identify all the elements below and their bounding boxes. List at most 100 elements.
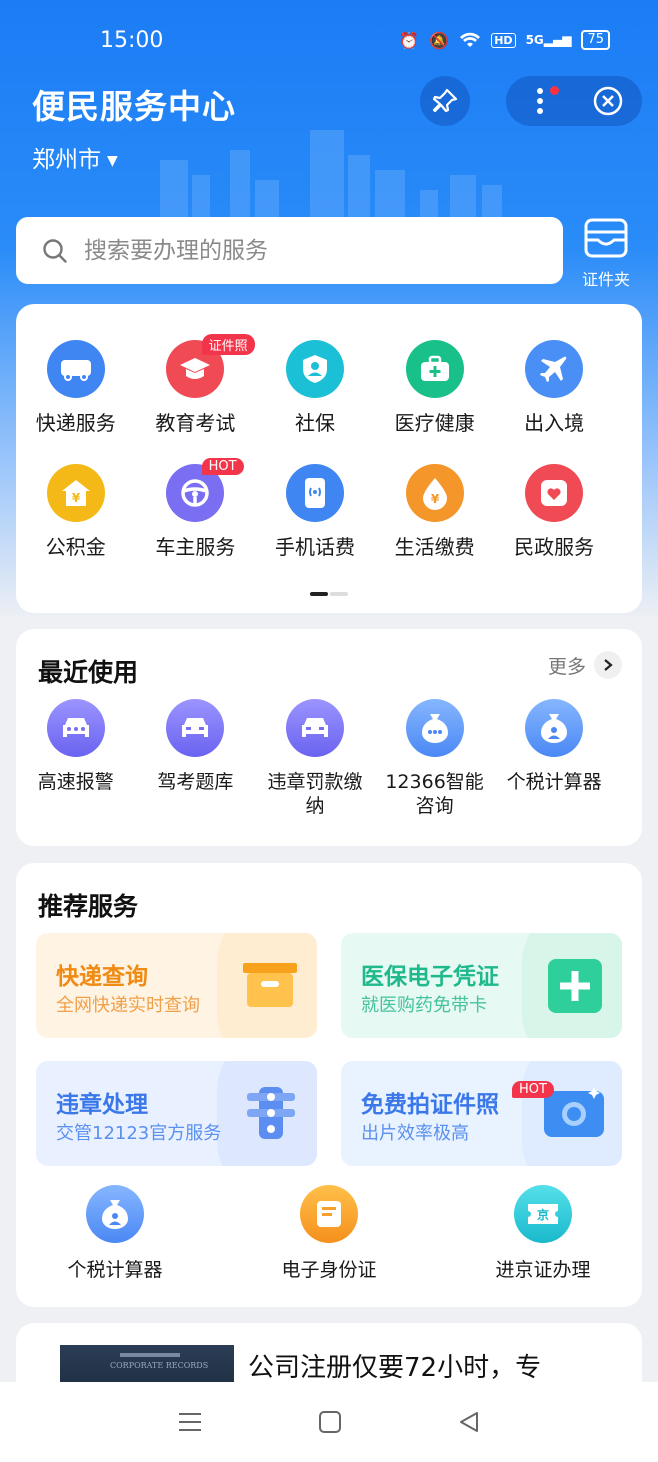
recommend-item[interactable]: 个税计算器 <box>16 1185 214 1282</box>
car-icon <box>46 699 105 757</box>
service-item-express[interactable]: 快递服务 <box>16 340 136 436</box>
tile-subtitle: 全网快递实时查询 <box>56 995 200 1016</box>
service-item-civil-affairs[interactable]: 民政服务 <box>494 464 614 560</box>
recent-item[interactable]: 驾考题库 <box>136 699 256 818</box>
service-grid: 快递服务 证件照 教育考试 社保 医疗健康 出入境 ¥ 公积金 HOT 车主服务 <box>16 334 642 560</box>
airplane-icon <box>525 340 584 398</box>
id-card-icon <box>300 1185 358 1243</box>
pin-button[interactable] <box>420 76 470 126</box>
service-item-social-security[interactable]: 社保 <box>255 340 375 436</box>
service-label: 公积金 <box>45 535 106 559</box>
tile-subtitle: 交管12123官方服务 <box>56 1123 222 1144</box>
wallet-label: 证件夹 <box>581 270 630 289</box>
tile-violation[interactable]: 违章处理 交管12123官方服务 <box>36 1061 317 1166</box>
alarm-icon: ⏰ <box>399 30 420 50</box>
back-icon[interactable] <box>457 1410 481 1434</box>
car-icon <box>166 699 225 757</box>
document-wallet-button[interactable]: 证件夹 <box>578 218 634 290</box>
drop-yuan-icon: ¥ <box>405 464 464 522</box>
service-label: 出入境 <box>524 411 585 435</box>
recommend-item[interactable]: 京 进京证办理 <box>444 1185 642 1282</box>
service-item-phone-bill[interactable]: 手机话费 <box>255 464 375 560</box>
recent-item[interactable]: 12366智能咨询 <box>375 699 495 818</box>
ad-image-stripe <box>120 1353 180 1357</box>
section-title: 推荐服务 <box>38 892 139 921</box>
recent-used-card: 最近使用 更多 高速报警 驾考题库 违章罚款缴纳 12366智能咨询 个税计算器 <box>16 629 642 846</box>
service-label: 快递服务 <box>35 411 116 435</box>
menu-icon[interactable] <box>177 1411 203 1433</box>
recent-item[interactable]: 个税计算器 <box>494 699 614 818</box>
id-photo-badge: 证件照 <box>201 334 255 355</box>
city-name: 郑州市 <box>32 147 101 173</box>
city-skyline-illustration <box>160 130 502 220</box>
svg-text:¥: ¥ <box>72 491 81 505</box>
recommend-item[interactable]: 电子身份证 <box>214 1185 444 1282</box>
hot-badge: HOT <box>201 458 244 475</box>
caret-down-icon: ▼ <box>107 152 118 169</box>
service-label: 民政服务 <box>514 535 595 559</box>
traffic-light-icon <box>247 1087 295 1139</box>
more-link[interactable]: 更多 <box>548 651 622 679</box>
service-item-medical[interactable]: 医疗健康 <box>375 340 495 436</box>
car-icon <box>285 699 344 757</box>
ad-image-text: CORPORATE RECORDS <box>110 1361 209 1370</box>
recommend-items: 个税计算器 电子身份证 京 进京证办理 <box>16 1185 642 1282</box>
search-input[interactable] <box>84 237 524 264</box>
service-item-education[interactable]: 证件照 教育考试 <box>136 334 256 436</box>
chevron-right-icon <box>594 651 622 679</box>
svg-text:¥: ¥ <box>430 492 439 506</box>
service-label: 生活缴费 <box>394 535 475 559</box>
status-icons: ⏰ 🔕 HD 5G▂▄▆ 75 <box>399 30 610 50</box>
city-selector[interactable]: 郑州市 ▼ <box>32 140 118 174</box>
mute-icon: 🔕 <box>429 30 450 50</box>
service-item-utilities[interactable]: ¥ 生活缴费 <box>375 464 495 560</box>
more-vertical-icon <box>537 88 543 114</box>
phone-icon <box>285 464 344 522</box>
tile-medical-insurance[interactable]: 医保电子凭证 就医购药免带卡 <box>341 933 622 1038</box>
signal-icon: 5G▂▄▆ <box>525 33 572 47</box>
service-grid-card: 快递服务 证件照 教育考试 社保 医疗健康 出入境 ¥ 公积金 HOT 车主服务 <box>16 304 642 613</box>
recent-item[interactable]: 违章罚款缴纳 <box>255 699 375 818</box>
medical-cross-icon <box>548 959 602 1013</box>
recommend-label: 电子身份证 <box>281 1259 377 1281</box>
recent-label: 违章罚款缴纳 <box>267 771 363 817</box>
tile-id-photo[interactable]: 免费拍证件照 出片效率极高 <box>341 1061 622 1166</box>
tile-subtitle: 就医购药免带卡 <box>361 995 487 1016</box>
status-time: 15:00 <box>100 28 164 53</box>
system-nav-bar <box>0 1382 658 1462</box>
search-bar[interactable] <box>16 217 563 284</box>
service-item-car-owner[interactable]: HOT 车主服务 <box>136 458 256 560</box>
status-bar: 15:00 ⏰ 🔕 HD 5G▂▄▆ 75 <box>0 0 658 84</box>
tile-express-query[interactable]: 快递查询 全网快递实时查询 <box>36 933 317 1038</box>
service-item-immigration[interactable]: 出入境 <box>494 340 614 436</box>
wallet-icon <box>584 218 628 258</box>
chat-bag-icon <box>405 699 464 757</box>
section-title: 最近使用 <box>38 658 139 687</box>
ad-text: 公司注册仅要72小时，专 <box>248 1353 542 1383</box>
network-type: 5G <box>525 33 544 47</box>
wifi-icon <box>460 32 481 47</box>
more-options-button[interactable] <box>506 76 574 126</box>
medical-kit-icon <box>405 340 464 398</box>
close-button[interactable] <box>574 76 642 126</box>
search-icon <box>43 238 67 263</box>
service-label: 医疗健康 <box>394 411 475 435</box>
money-bag-icon <box>86 1185 144 1243</box>
svg-text:京: 京 <box>537 1207 549 1222</box>
page-indicator <box>310 592 348 596</box>
recent-label: 驾考题库 <box>157 771 234 793</box>
recommend-card: 推荐服务 快递查询 全网快递实时查询 医保电子凭证 就医购药免带卡 违章处理 交… <box>16 863 642 1307</box>
page-dot <box>330 592 348 596</box>
battery-indicator: 75 <box>581 30 610 50</box>
service-item-housing-fund[interactable]: ¥ 公积金 <box>16 464 136 560</box>
recent-item[interactable]: 高速报警 <box>16 699 136 818</box>
tile-title: 违章处理 <box>56 1092 148 1118</box>
home-icon[interactable] <box>318 1410 342 1434</box>
recent-label: 12366智能咨询 <box>385 771 484 817</box>
tile-title: 医保电子凭证 <box>361 964 499 990</box>
shield-person-icon <box>285 340 344 398</box>
house-yuan-icon: ¥ <box>46 464 105 522</box>
truck-icon <box>46 340 105 398</box>
page-dot-active <box>310 592 328 596</box>
hot-badge: HOT <box>512 1081 554 1098</box>
